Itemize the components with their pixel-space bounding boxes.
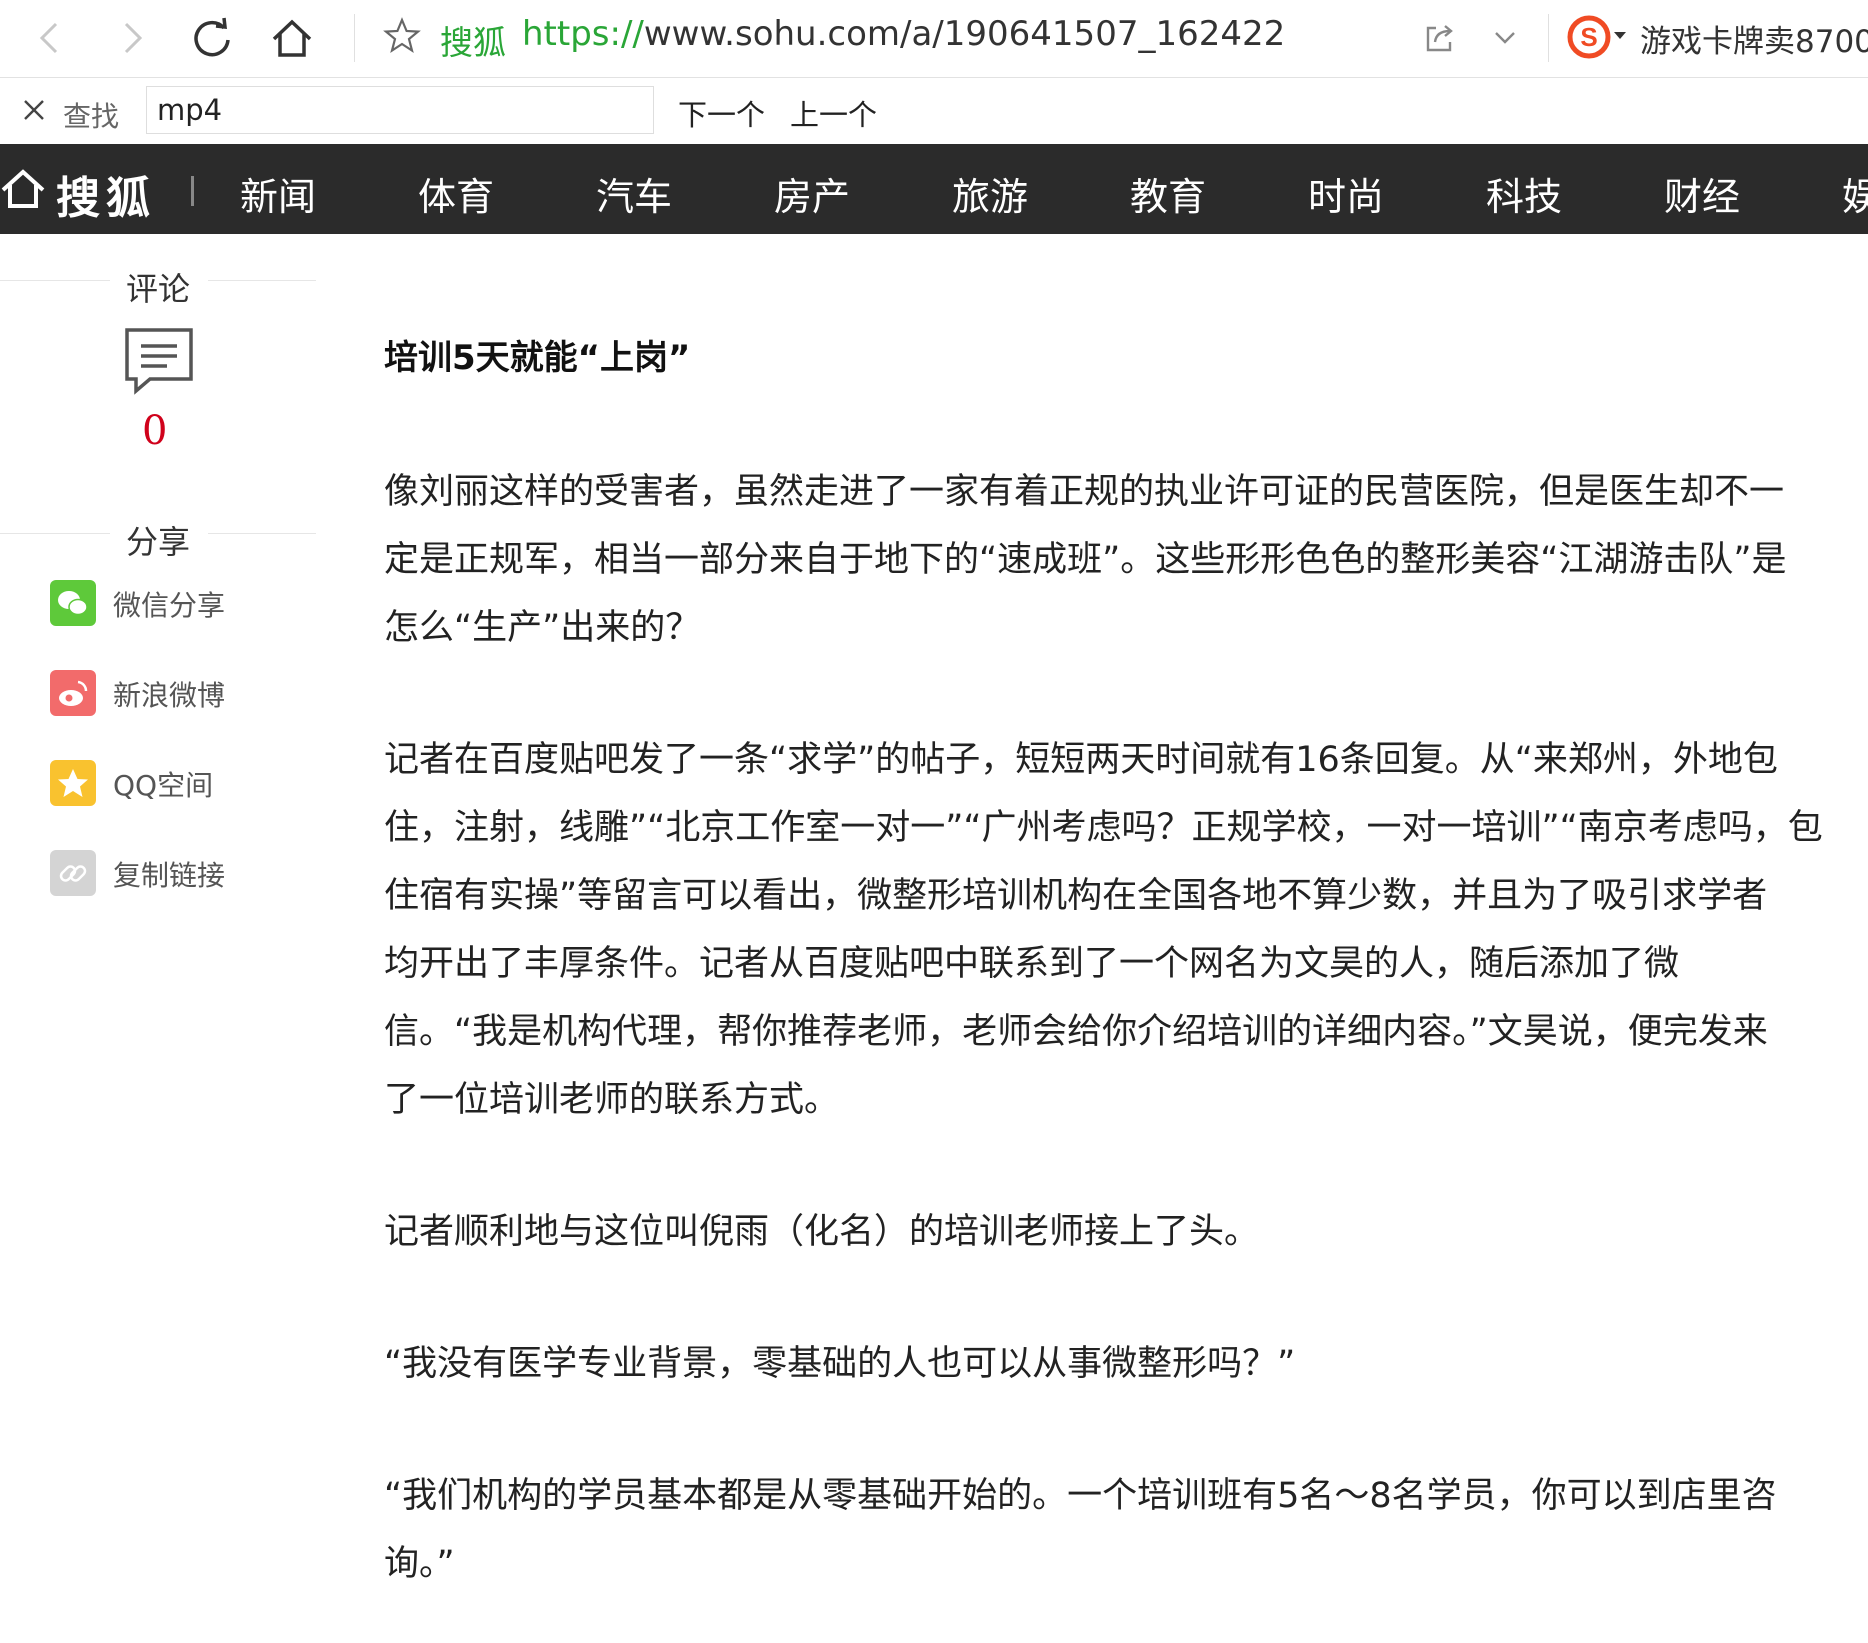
nav-item-house[interactable]: 房产 [774, 166, 850, 221]
paragraph-line: 像刘丽这样的受害者，虽然走进了一家有着正规的执业许可证的民营医院，但是医生却不一 [384, 472, 1785, 512]
close-icon[interactable] [18, 94, 50, 126]
weibo-icon [50, 670, 96, 716]
nav-item-tech[interactable]: 科技 [1486, 166, 1562, 221]
paragraph-line: 住，注射，线雕”“北京工作室一对一”“广州考虑吗？正规学校，一对一培训”“南京考… [384, 808, 1823, 848]
back-icon[interactable] [24, 12, 76, 64]
nav-item-news[interactable]: 新闻 [240, 166, 316, 221]
toolbar-divider [1548, 14, 1549, 62]
site-name: 搜狐 [440, 23, 506, 62]
paragraph-line: 了一位培训老师的联系方式。 [384, 1080, 840, 1120]
svg-text:S: S [1580, 22, 1597, 52]
paragraph-line: 信。“我是机构代理，帮你推荐老师，老师会给你介绍培训的详细内容。”文昊说，便完发… [384, 1012, 1768, 1052]
nav-item-auto[interactable]: 汽车 [596, 166, 672, 221]
share-label: QQ空间 [113, 769, 214, 802]
reload-icon[interactable] [186, 12, 238, 64]
find-label: 查找 [63, 100, 120, 133]
nav-item-fashion[interactable]: 时尚 [1308, 166, 1384, 221]
bookmark-star-icon[interactable] [382, 16, 422, 56]
rail-divider [208, 533, 316, 534]
nav-item-entertainment[interactable]: 娱乐 [1842, 166, 1868, 221]
browser-toolbar: 搜狐 https://www.sohu.com/a/190641507_1624… [0, 0, 1868, 78]
url-path: www.sohu.com/a/190641507_162422 [643, 14, 1286, 54]
comment-count[interactable]: 0 [142, 408, 167, 454]
nav-item-education[interactable]: 教育 [1130, 166, 1206, 221]
rail-divider [208, 280, 316, 281]
share-page-icon[interactable] [1422, 20, 1458, 56]
find-bar: 查找 下一个 上一个 [0, 78, 1868, 145]
home-icon[interactable] [266, 12, 318, 64]
rail-divider [0, 533, 110, 534]
share-label: 复制链接 [113, 859, 226, 892]
section-heading: 培训5天就能“上岗” [384, 338, 691, 378]
qzone-icon [50, 760, 96, 806]
nav-divider [191, 176, 194, 206]
paragraph-line: 记者在百度贴吧发了一条“求学”的帖子，短短两天时间就有16条回复。从“来郑州，外… [384, 740, 1778, 780]
paragraph-line: “我没有医学专业背景，零基础的人也可以从事微整形吗？” [384, 1344, 1296, 1384]
comment-heading: 评论 [126, 270, 191, 308]
address-bar[interactable]: https://www.sohu.com/a/190641507_162422 [522, 14, 1285, 54]
paragraph-line: 询。” [384, 1544, 455, 1584]
share-label: 新浪微博 [113, 679, 226, 712]
nav-item-travel[interactable]: 旅游 [952, 166, 1028, 221]
search-suggestion[interactable]: 游戏卡牌卖8700万 [1640, 16, 1868, 61]
paragraph-line: 怎么“生产”出来的？ [384, 608, 701, 648]
find-next-button[interactable]: 下一个 [678, 92, 765, 134]
forward-icon[interactable] [106, 12, 158, 64]
toolbar-divider [354, 14, 355, 62]
find-input[interactable] [146, 86, 654, 134]
url-protocol: https:// [522, 14, 644, 54]
paragraph-line: 均开出了丰厚条件。记者从百度贴吧中联系到了一个网名为文昊的人，随后添加了微 [384, 944, 1680, 984]
nav-item-sports[interactable]: 体育 [418, 166, 494, 221]
sogou-search-icon[interactable]: S [1566, 14, 1612, 60]
share-label: 微信分享 [113, 589, 226, 622]
paragraph-line: 住宿有实操”等留言可以看出，微整形培训机构在全国各地不算少数，并且为了吸引求学者 [384, 876, 1768, 916]
chevron-down-icon[interactable] [1490, 22, 1520, 52]
sohu-logo[interactable]: 搜狐 [56, 162, 156, 226]
link-icon [50, 850, 96, 896]
share-heading: 分享 [126, 523, 191, 561]
caret-down-icon[interactable] [1612, 28, 1628, 44]
paragraph-line: “我们机构的学员基本都是从零基础开始的。一个培训班有5名～8名学员，你可以到店里… [384, 1476, 1777, 1516]
site-navigation: 搜狐 新闻 体育 汽车 房产 旅游 教育 时尚 科技 财经 娱乐 [0, 144, 1868, 234]
find-prev-button[interactable]: 上一个 [790, 92, 877, 134]
comment-icon[interactable] [124, 327, 194, 395]
paragraph-line: 定是正规军，相当一部分来自于地下的“速成班”。这些形形色色的整形美容“江湖游击队… [384, 540, 1787, 580]
home-icon[interactable] [0, 166, 46, 212]
paragraph-line: 记者顺利地与这位叫倪雨（化名）的培训老师接上了头。 [384, 1212, 1260, 1252]
wechat-icon [50, 580, 96, 626]
rail-divider [0, 280, 110, 281]
nav-item-finance[interactable]: 财经 [1664, 166, 1740, 221]
